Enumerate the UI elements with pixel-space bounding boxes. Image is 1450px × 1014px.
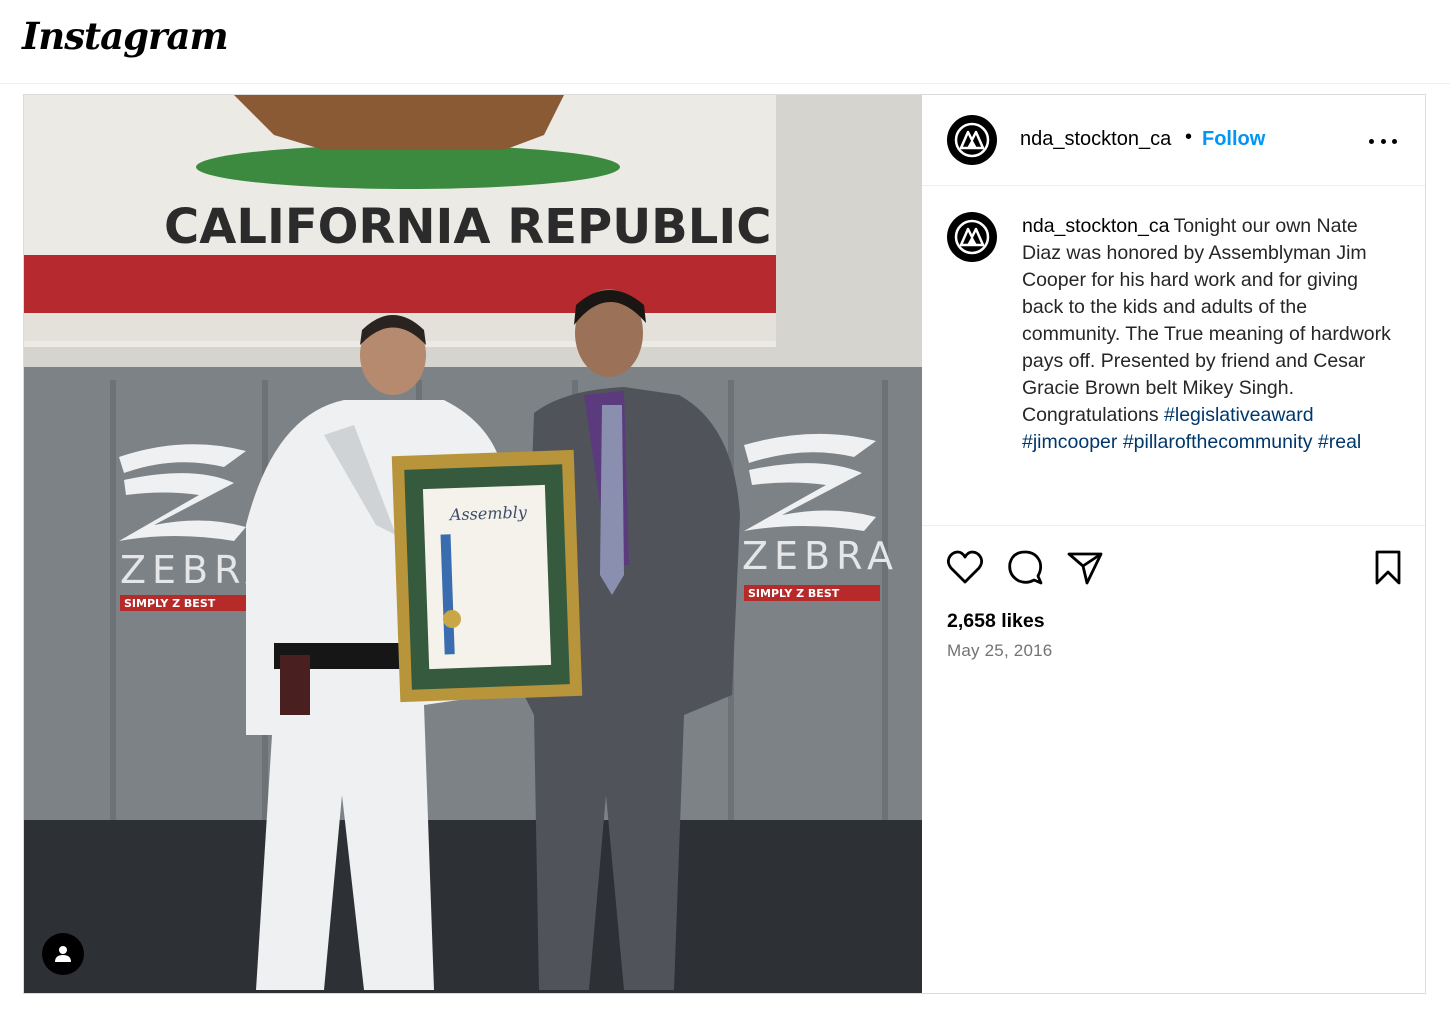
nda-logo-icon[interactable]	[947, 212, 997, 262]
hashtag-link[interactable]: #legislativeaward	[1164, 404, 1314, 426]
user-tag-icon[interactable]	[42, 933, 84, 975]
share-icon[interactable]	[1065, 548, 1105, 588]
action-bar	[922, 526, 1425, 596]
caption-body: Tonight our own Nate Diaz was honored by…	[1022, 215, 1391, 426]
post-card: CALIFORNIA REPUBLIC ZEBRA ZEBRA SIMPLY Z…	[23, 94, 1426, 994]
heart-icon[interactable]	[945, 548, 985, 588]
post-caption: nda_stockton_ca Tonight our own Nate Diaz…	[922, 186, 1425, 526]
flag-text: CALIFORNIA REPUBLIC	[164, 199, 771, 255]
brand-text-right: ZEBRA	[742, 534, 899, 578]
hashtag-link[interactable]: #pillarofthecommunity	[1123, 431, 1313, 453]
instagram-logo[interactable]: Instagram	[22, 14, 229, 58]
certificate-text: Assembly	[448, 503, 529, 525]
bookmark-icon[interactable]	[1368, 548, 1408, 588]
slogan-text-right: SIMPLY Z BEST	[748, 587, 840, 600]
post-sidebar: nda_stockton_ca • Follow nda_stockton_ca…	[922, 95, 1425, 993]
like-count[interactable]: 2,658 likes	[947, 610, 1045, 633]
more-options-icon[interactable]	[1369, 131, 1397, 151]
more-dot	[1392, 138, 1397, 144]
top-bar: Instagram	[0, 0, 1450, 84]
caption-username[interactable]: nda_stockton_ca	[1022, 215, 1169, 237]
post-header: nda_stockton_ca • Follow	[922, 95, 1425, 186]
follow-button[interactable]: Follow	[1202, 128, 1265, 151]
hashtag-link[interactable]: #real	[1318, 431, 1361, 453]
post-photo[interactable]: CALIFORNIA REPUBLIC ZEBRA ZEBRA SIMPLY Z…	[24, 95, 922, 993]
separator-dot: •	[1185, 126, 1193, 148]
hashtag-link[interactable]: #jimcooper	[1022, 431, 1117, 453]
more-dot	[1369, 138, 1374, 144]
slogan-text-left: SIMPLY Z BEST	[124, 597, 216, 610]
more-dot	[1380, 138, 1386, 144]
post-username[interactable]: nda_stockton_ca	[1020, 128, 1171, 151]
caption-text: nda_stockton_ca Tonight our own Nate Diaz…	[1022, 213, 1394, 456]
nda-logo-icon[interactable]	[947, 115, 997, 165]
photo-illustration: CALIFORNIA REPUBLIC ZEBRA ZEBRA SIMPLY Z…	[24, 95, 922, 993]
post-date[interactable]: May 25, 2016	[947, 641, 1052, 661]
comment-icon[interactable]	[1005, 548, 1045, 588]
